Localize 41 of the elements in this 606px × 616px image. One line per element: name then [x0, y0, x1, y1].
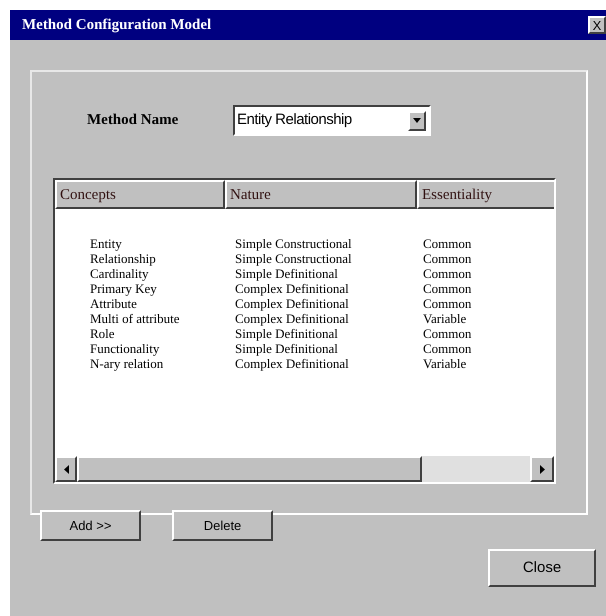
method-name-label: Method Name: [87, 111, 180, 130]
horizontal-scrollbar[interactable]: [55, 456, 554, 482]
table-cell: Common: [423, 266, 472, 281]
table-cell-text: Relationship: [90, 251, 157, 266]
table-cell-text: Complex Definitional: [235, 311, 350, 326]
table-cell: Variable: [423, 311, 466, 326]
table-cell-text: Simple Constructional: [235, 236, 353, 251]
table-cell-text: Complex Definitional: [235, 356, 350, 371]
table-cell: Common: [423, 326, 472, 341]
table-cell-text: Complex Definitional: [235, 281, 350, 296]
table-cell-text: Entity: [90, 236, 123, 251]
scrollbar-thumb[interactable]: [77, 456, 422, 482]
table-cell: Common: [423, 281, 472, 296]
table-cell: Common: [423, 251, 472, 266]
window-title: Method Configuration Model: [22, 16, 212, 35]
table-cell: Common: [423, 296, 472, 311]
table-cell-text: Simple Definitional: [235, 341, 339, 356]
column-header[interactable]: Concepts: [55, 180, 225, 209]
action-button[interactable]: Delete: [172, 510, 273, 541]
table-cell-text: Functionality: [90, 341, 160, 356]
method-name-dropdown[interactable]: Entity Relationship: [233, 105, 431, 136]
table-cell: Common: [423, 341, 472, 356]
title-close-icon[interactable]: X: [588, 16, 606, 34]
table-cell: Variable: [423, 356, 466, 371]
table-cell-text: Multi of attribute: [90, 311, 181, 326]
table-cell-text: Simple Definitional: [235, 326, 339, 341]
table-cell-text: N-ary relation: [90, 356, 164, 371]
scroll-left-icon[interactable]: [55, 456, 77, 482]
column-header[interactable]: Nature: [225, 180, 417, 209]
table-cell-text: Simple Definitional: [235, 266, 339, 281]
table-cell-text: Attribute: [90, 296, 138, 311]
table-cell-text: Cardinality: [90, 266, 150, 281]
close-dialog-button[interactable]: Close: [488, 549, 596, 587]
table-cell-text: Primary Key: [90, 281, 158, 296]
table-cell: Common: [423, 236, 472, 251]
column-header[interactable]: Essentiality: [417, 180, 554, 209]
table-cell-text: Complex Definitional: [235, 296, 350, 311]
scroll-right-icon[interactable]: [530, 456, 554, 482]
action-button[interactable]: Add >>: [40, 510, 141, 541]
table-cell-text: Role: [90, 326, 116, 341]
table-cell-text: Simple Constructional: [235, 251, 353, 266]
